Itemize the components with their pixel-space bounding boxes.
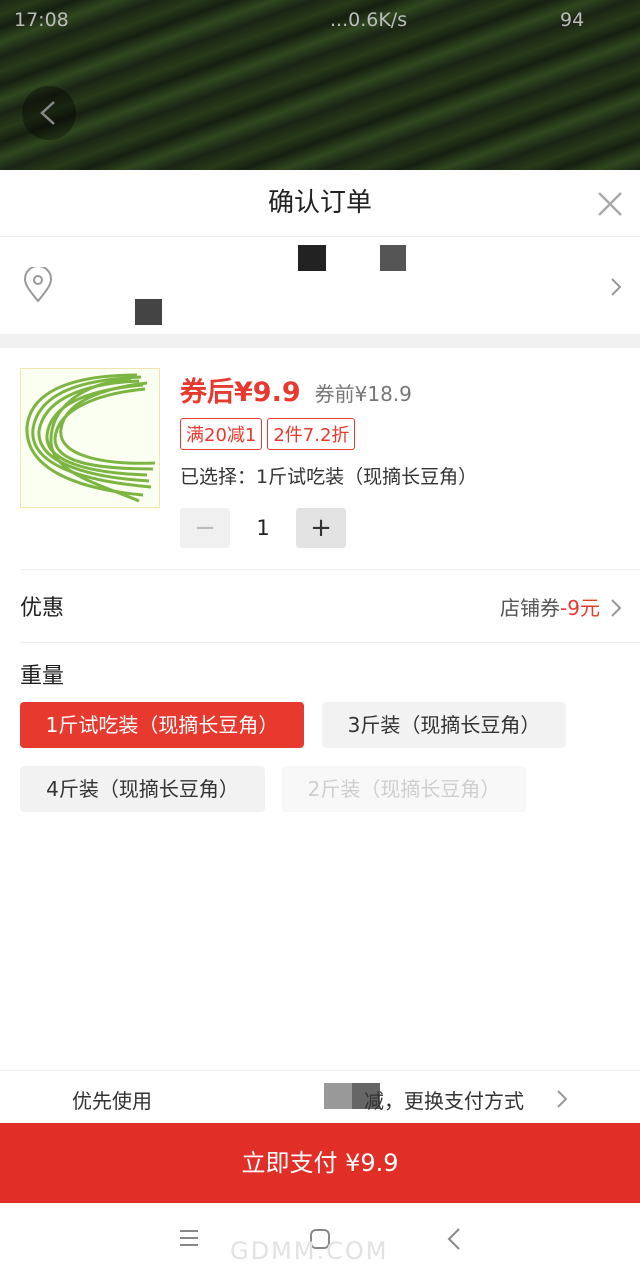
quantity-value[interactable]: 1: [230, 508, 296, 548]
status-time: 17:08: [14, 9, 69, 31]
selected-variant: 已选择：1斤试吃装（现摘长豆角）: [180, 466, 478, 488]
redacted-block: [135, 299, 162, 325]
product-thumbnail: [20, 368, 160, 508]
payment-method-row[interactable]: 优先使用 减，更换支付方式: [0, 1070, 640, 1124]
nav-back-icon[interactable]: [446, 1227, 462, 1251]
location-icon: [23, 267, 53, 303]
weight-option-3jin[interactable]: 3斤装（现摘长豆角）: [322, 702, 566, 748]
status-bar: 17:08 ...0.6K/s 94: [0, 0, 640, 40]
promo-tag: 2件7.2折: [267, 418, 356, 450]
weight-label: 重量: [20, 664, 65, 689]
redacted-block: [380, 245, 406, 271]
menu-icon[interactable]: [178, 1227, 200, 1249]
chevron-right-icon: [557, 1090, 568, 1108]
weight-option-1jin[interactable]: 1斤试吃装（现摘长豆角）: [20, 702, 304, 748]
weight-option-4jin[interactable]: 4斤装（现摘长豆角）: [20, 766, 265, 812]
weight-option-2jin: 2斤装（现摘长豆角）: [282, 766, 526, 812]
close-icon[interactable]: [596, 190, 624, 218]
pay-now-button[interactable]: 立即支付 ¥9.9: [0, 1123, 640, 1203]
status-battery: 94: [560, 9, 585, 31]
discount-value: 店铺券-9元: [500, 592, 600, 621]
discount-type: 店铺券: [500, 596, 561, 620]
change-payment-text: 减，更换支付方式: [364, 1089, 524, 1113]
watermark: GDMM.COM: [230, 1237, 389, 1265]
chevron-right-icon: [611, 278, 622, 296]
back-button[interactable]: [22, 86, 76, 140]
price-row: 券后¥9.9 券前¥18.9: [180, 370, 412, 408]
divider: [20, 642, 640, 643]
increase-button[interactable]: +: [296, 508, 346, 548]
discount-amount: -9元: [560, 596, 600, 620]
discount-row[interactable]: 优惠 店铺券-9元: [0, 570, 640, 642]
status-network: ...0.6K/s: [330, 9, 408, 31]
back-icon: [40, 101, 55, 125]
prefer-text: 优先使用: [72, 1089, 152, 1113]
chevron-right-icon: [611, 599, 622, 617]
promo-tag: 满20减1: [180, 418, 263, 450]
price-after-coupon: 券后¥9.9: [180, 377, 301, 408]
redacted-block: [324, 1083, 352, 1109]
redacted-block: [298, 245, 326, 271]
system-nav-bar: GDMM.COM: [0, 1203, 640, 1280]
section-separator: [0, 334, 640, 348]
price-before-coupon: 券前¥18.9: [314, 382, 412, 406]
promo-tags: 满20减1 2件7.2折: [180, 418, 360, 450]
address-row[interactable]: [0, 236, 640, 335]
sheet-title: 确认订单: [267, 188, 372, 218]
discount-label: 优惠: [20, 596, 65, 621]
confirm-order-sheet: 确认订单 券后¥9.9 券前¥18.9 满20减1 2件7.2折 已选择：1斤试…: [0, 170, 640, 1203]
decrease-button[interactable]: −: [180, 508, 230, 548]
